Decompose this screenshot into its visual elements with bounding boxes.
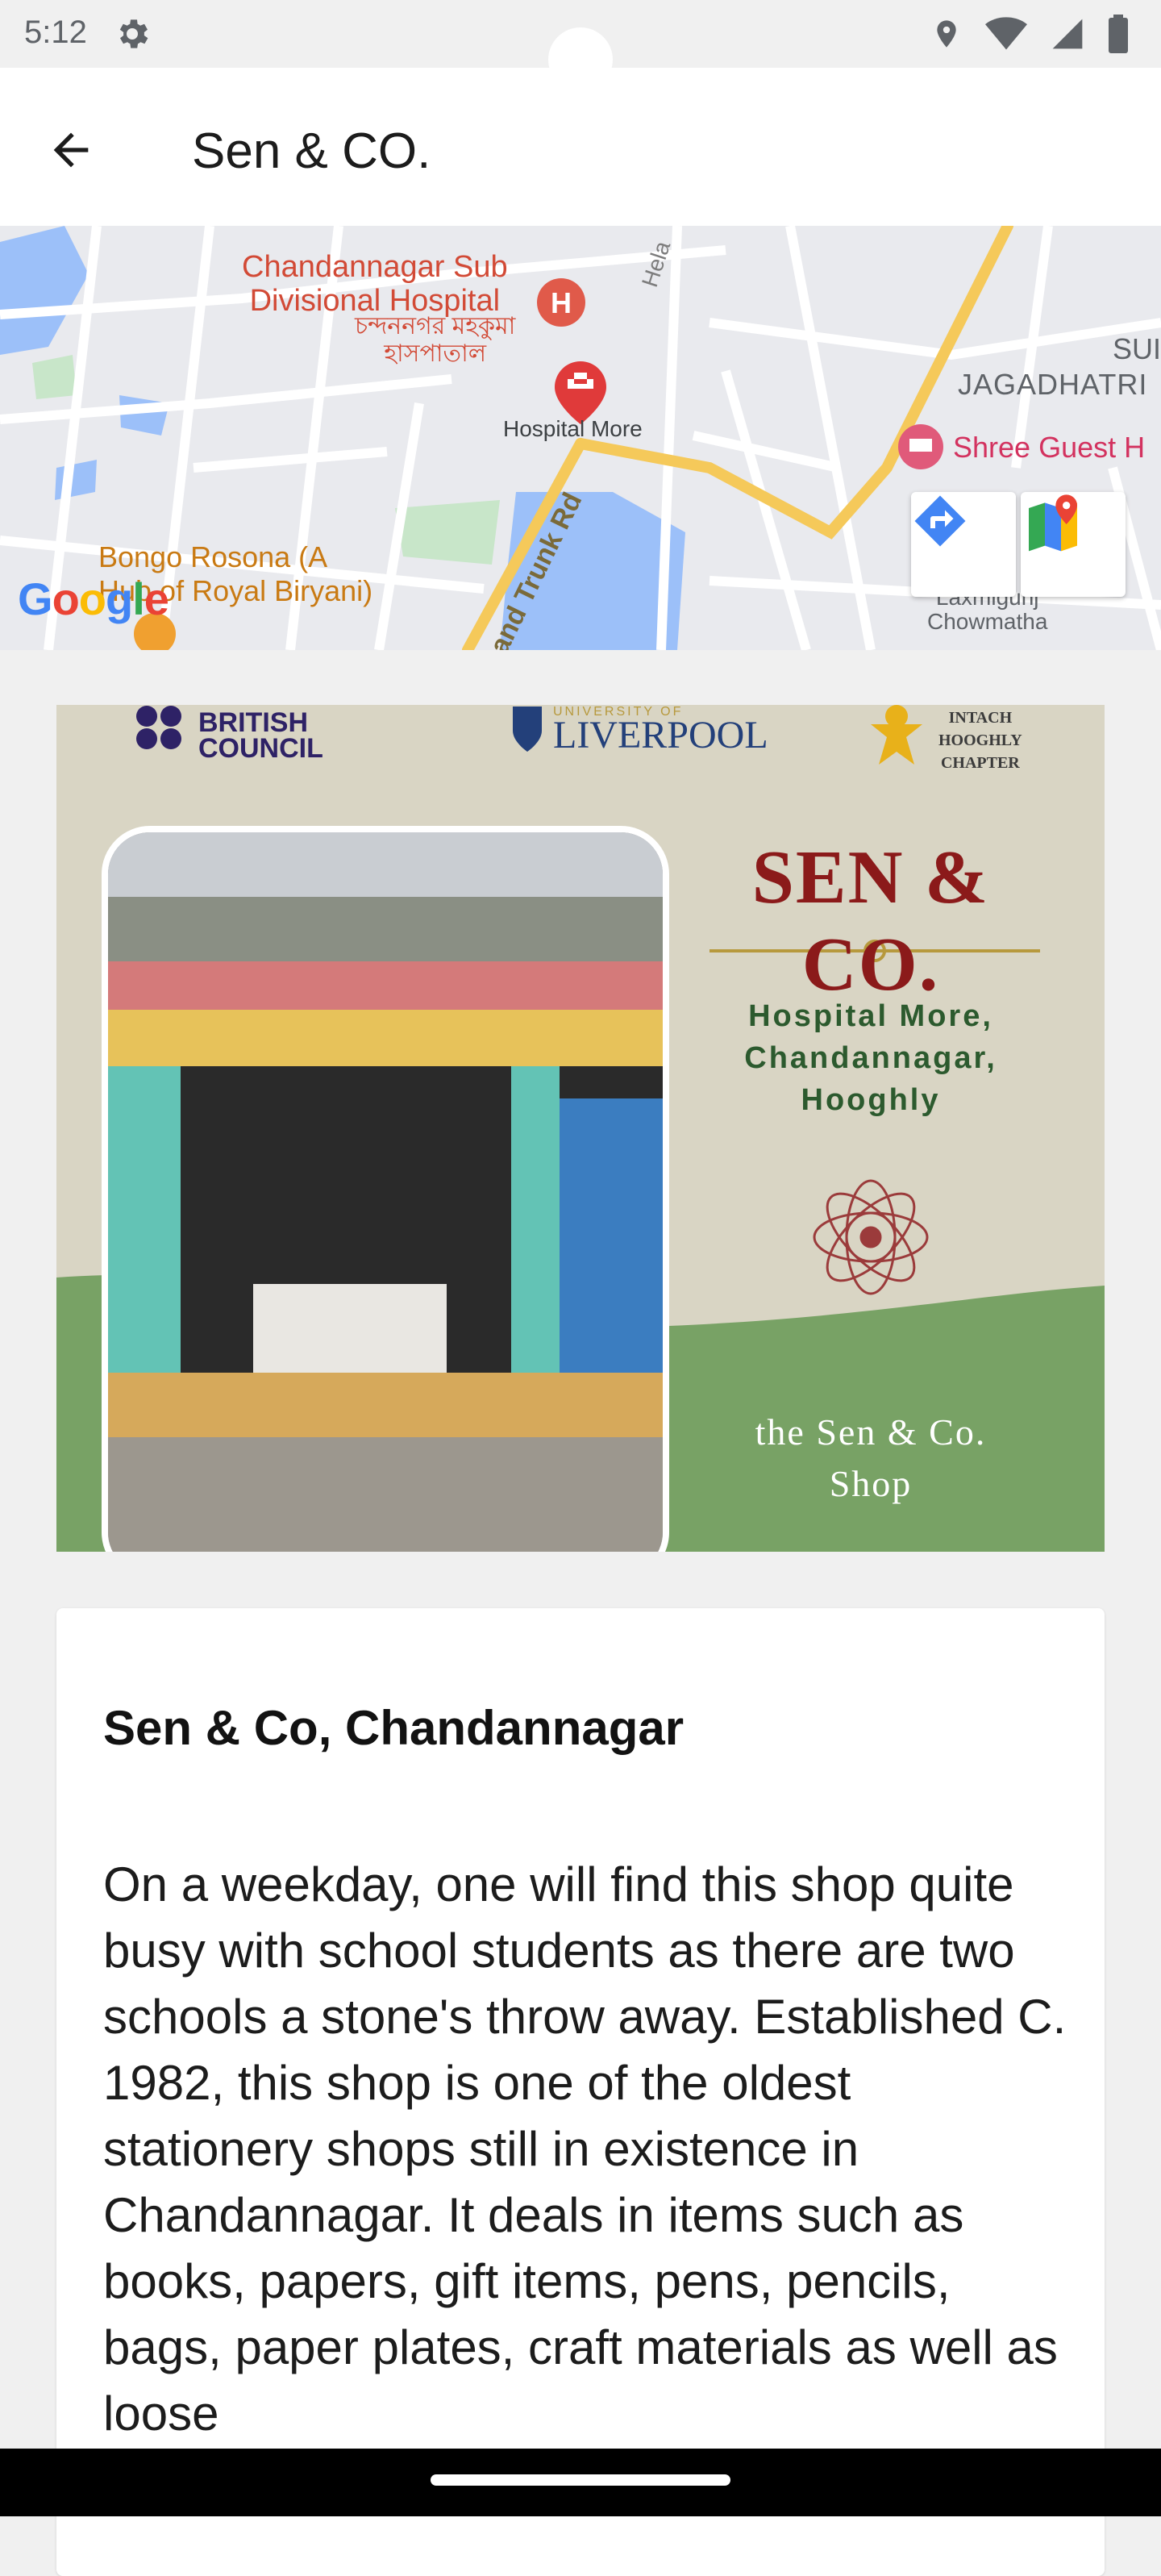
banner-address-line2: Chandannagar, xyxy=(744,1041,997,1075)
banner-address: Hospital More, Chandannagar, Hooghly xyxy=(685,995,1056,1121)
status-icons xyxy=(930,15,1129,53)
svg-text:H: H xyxy=(551,286,572,319)
settings-icon xyxy=(119,19,148,48)
intach-line3: CHAPTER xyxy=(940,754,1020,772)
battery-icon xyxy=(1109,15,1128,53)
map-label-hospital-bengali-line1: চন্দননগর মহকুমা xyxy=(355,313,516,340)
banner-address-line1: Hospital More, xyxy=(748,999,993,1033)
page-title: Sen & CO. xyxy=(192,123,431,179)
intach-line1: INTACH xyxy=(948,709,1013,727)
liverpool-logo: LIVERPOOL xyxy=(553,714,768,757)
map-label-shree-guest: Shree Guest H xyxy=(953,431,1146,464)
arrow-back-icon xyxy=(53,132,89,168)
banner-caption-line1: the Sen & Co. xyxy=(755,1411,987,1453)
british-council-line2: COUNCIL xyxy=(198,733,323,764)
map-label-jagadhatri: JAGADHATRI xyxy=(958,368,1148,401)
map-label-hospital-bengali-line2: হাসপাতাল xyxy=(384,340,487,367)
navigation-bar xyxy=(0,2449,1161,2516)
wifi-icon xyxy=(985,17,1027,50)
open-in-google-maps-button[interactable] xyxy=(1021,492,1126,597)
map-label-sup: SUI xyxy=(1113,332,1161,365)
signal-icon xyxy=(1052,19,1083,49)
shop-photo xyxy=(102,826,669,1552)
intach-logo: INTACH HOOGHLY CHAPTER xyxy=(938,707,1022,774)
article-card: Sen & Co, Chandannagar On a weekday, one… xyxy=(56,1608,1105,2576)
map-label-hospital: Chandannagar Sub Divisional Hospital xyxy=(242,250,508,318)
location-icon xyxy=(937,20,956,48)
google-maps-icon xyxy=(1029,494,1077,552)
directions-icon xyxy=(914,495,966,547)
banner-address-line3: Hooghly xyxy=(801,1083,941,1117)
status-time: 5:12 xyxy=(24,15,87,50)
map-label-hospital-more: Hospital More xyxy=(503,416,643,441)
map-label-hospital-line1: Chandannagar Sub xyxy=(242,250,508,284)
google-logo: Google xyxy=(18,573,169,624)
home-gesture-handle[interactable] xyxy=(431,2474,730,2486)
intach-line2: HOOGHLY xyxy=(938,732,1022,749)
banner-caption-line2: Shop xyxy=(829,1463,913,1504)
shop-photo-illustration xyxy=(108,832,663,1552)
banner-shop-name: SEN & CO. xyxy=(751,836,990,1007)
map-view[interactable]: H Chandannagar Sub Divisional Hospital চ… xyxy=(0,226,1161,650)
british-council-line1: BRITISH xyxy=(198,707,308,738)
map-label-laxmi-line2: Chowmatha xyxy=(927,609,1048,634)
british-council-logo: BRITISH COUNCIL xyxy=(198,707,323,764)
back-button[interactable] xyxy=(32,111,110,189)
app-bar: Sen & CO. xyxy=(0,68,1161,226)
shop-banner-image: BRITISH COUNCIL UNIVERSITY OF LIVERPOOL … xyxy=(56,705,1105,1552)
map-label-hospital-bengali: চন্দননগর মহকুমা হাসপাতাল xyxy=(355,313,515,368)
status-bar: 5:12 xyxy=(0,0,1161,92)
article-title: Sen & Co, Chandannagar xyxy=(103,1701,685,1755)
article-body: On a weekday, one will find this shop qu… xyxy=(103,1857,1067,2441)
map-label-bongo-line1: Bongo Rosona (A xyxy=(98,540,328,573)
banner-caption: the Sen & Co. Shop xyxy=(718,1407,1024,1510)
directions-button[interactable] xyxy=(911,492,1016,597)
